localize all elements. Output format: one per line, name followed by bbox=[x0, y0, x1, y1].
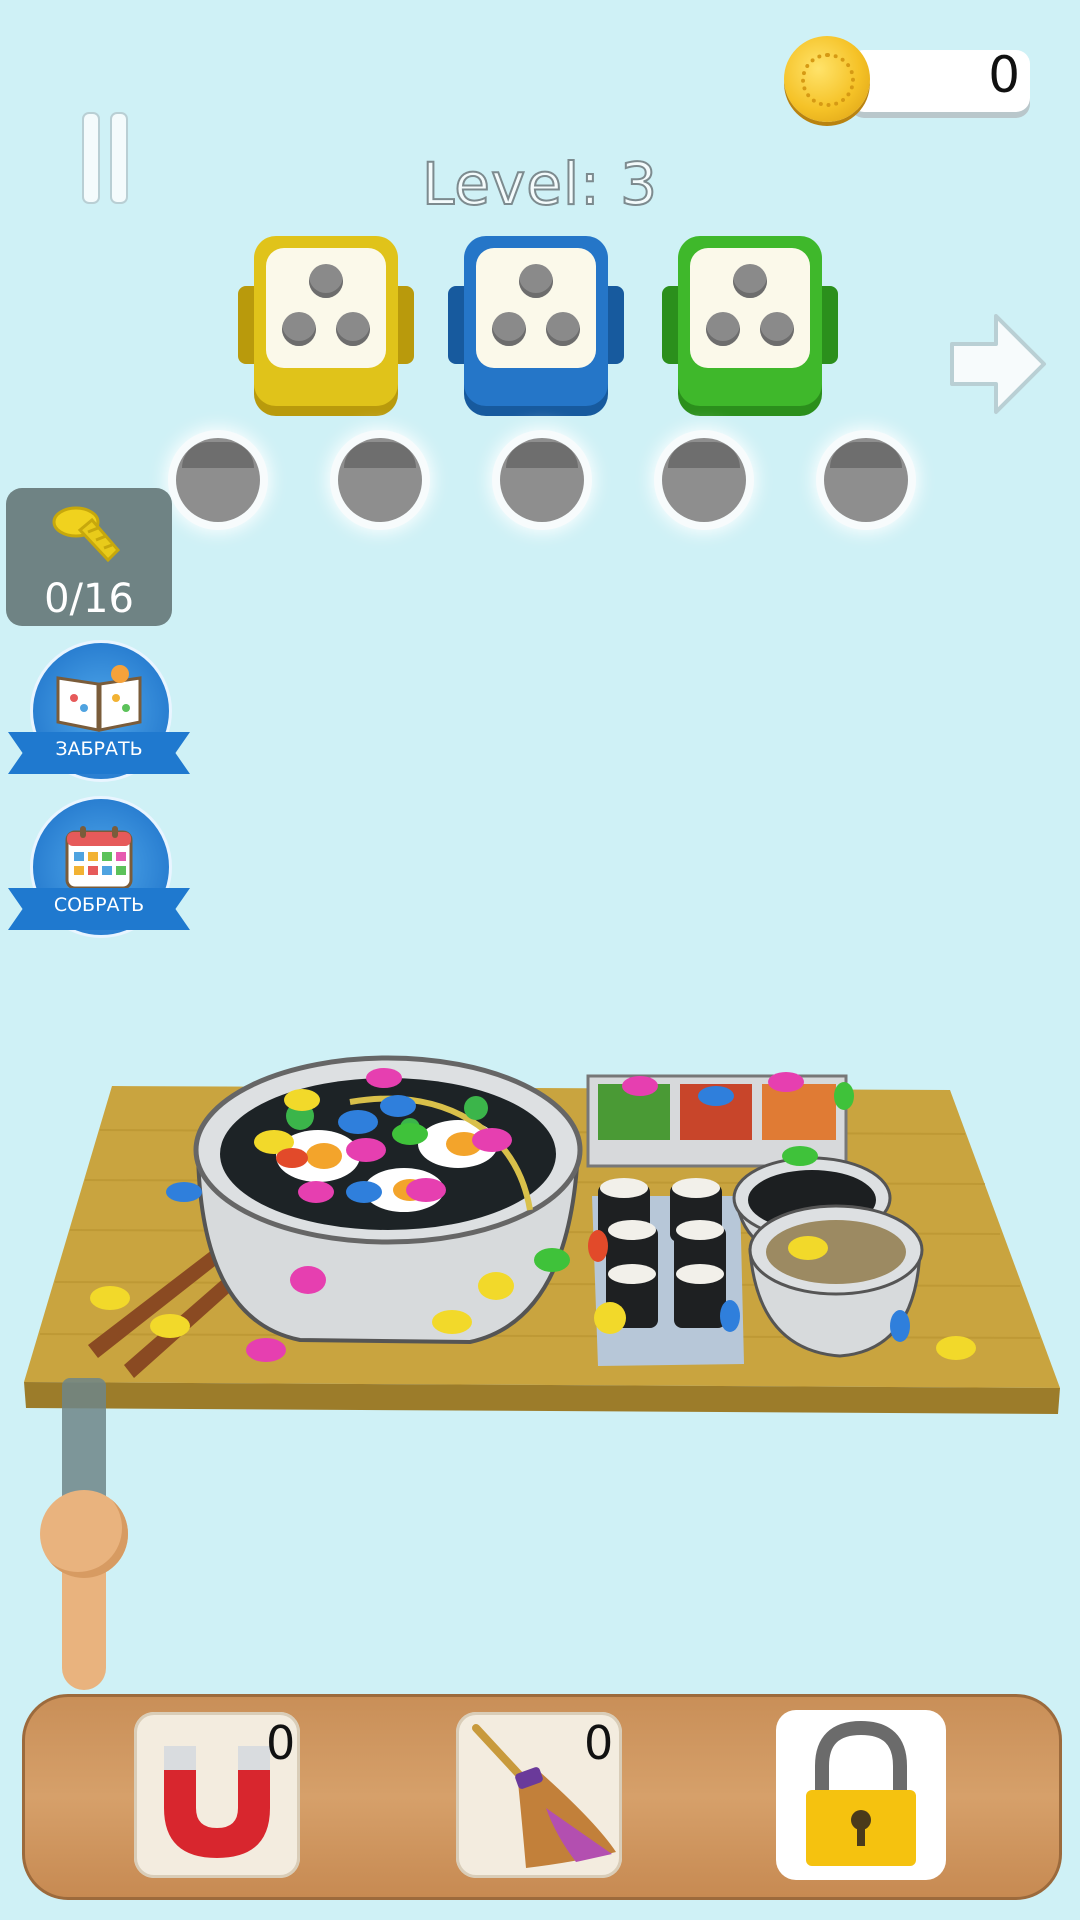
screw-icon bbox=[52, 506, 121, 563]
slider-knob[interactable] bbox=[40, 1490, 128, 1578]
holding-slot bbox=[824, 438, 908, 522]
next-box-button[interactable] bbox=[948, 310, 1048, 418]
box-slot bbox=[546, 312, 580, 346]
box-slot bbox=[706, 312, 740, 346]
box-slot bbox=[519, 264, 553, 298]
holding-slot bbox=[500, 438, 584, 522]
screw-count: 0/16 bbox=[44, 576, 134, 622]
box-slot bbox=[282, 312, 316, 346]
box-slot bbox=[760, 312, 794, 346]
magnet-count: 0 bbox=[266, 1716, 296, 1770]
box-slot bbox=[492, 312, 526, 346]
holding-slot bbox=[662, 438, 746, 522]
unlock-slot-button[interactable] bbox=[776, 1710, 946, 1880]
level-label: Level: 3 bbox=[421, 149, 658, 219]
sushi-plate bbox=[592, 1178, 744, 1366]
holding-slot bbox=[176, 438, 260, 522]
reward-collect-button[interactable]: ЗАБРАТЬ bbox=[8, 640, 190, 790]
calendar-icon bbox=[65, 826, 133, 890]
broom-count: 0 bbox=[584, 1716, 614, 1770]
arrow-right-icon bbox=[950, 314, 1046, 414]
book-icon bbox=[56, 665, 142, 732]
coin-icon bbox=[784, 36, 870, 122]
lock-icon bbox=[806, 1720, 916, 1866]
holding-slot bbox=[338, 438, 422, 522]
target-box-green bbox=[662, 236, 838, 406]
target-box-yellow bbox=[238, 236, 414, 406]
box-slot bbox=[733, 264, 767, 298]
game-board bbox=[24, 1055, 1060, 1414]
coin-value: 0 bbox=[988, 46, 1020, 104]
reward-label: СОБРАТЬ bbox=[53, 894, 145, 916]
box-slot bbox=[309, 264, 343, 298]
reward-gather-button[interactable]: СОБРАТЬ bbox=[8, 796, 190, 946]
target-box-blue bbox=[448, 236, 624, 406]
pause-button[interactable] bbox=[74, 52, 134, 204]
reward-label: ЗАБРАТЬ bbox=[55, 738, 143, 760]
box-slot bbox=[336, 312, 370, 346]
